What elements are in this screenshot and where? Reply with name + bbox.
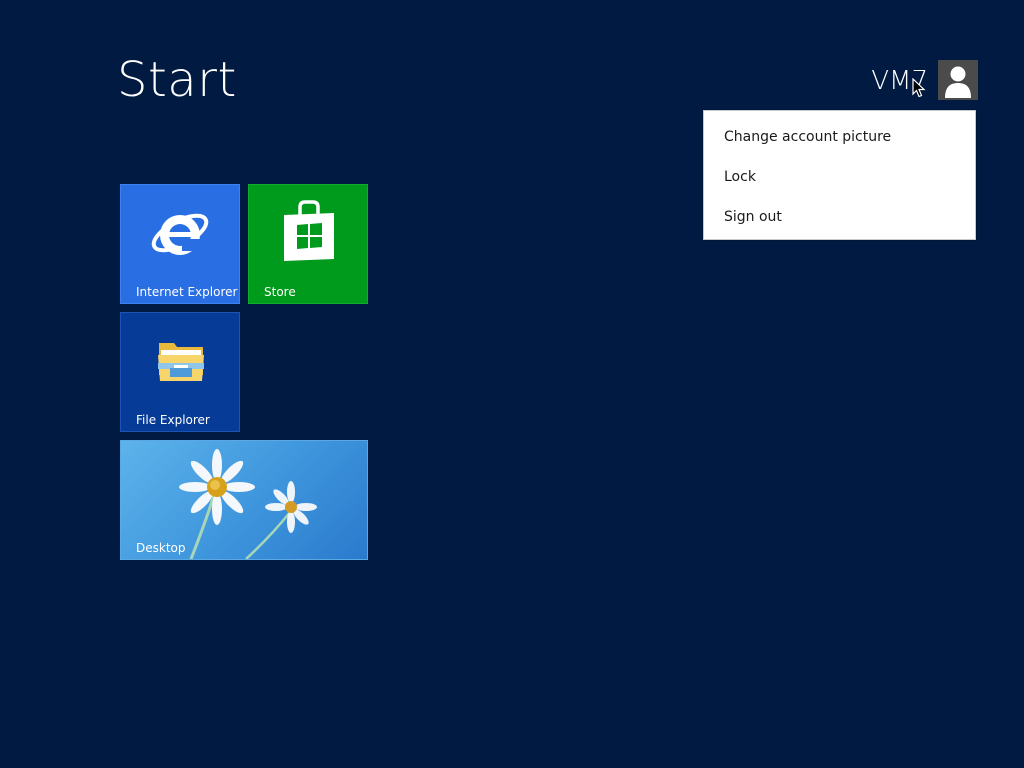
tile-label: Desktop: [136, 541, 186, 555]
file-explorer-icon: [158, 343, 204, 381]
tile-label: Store: [264, 285, 296, 299]
user-silhouette-icon: [945, 66, 971, 98]
menu-item-sign-out[interactable]: Sign out: [704, 197, 975, 237]
mouse-cursor-icon: [912, 78, 926, 98]
tile-desktop[interactable]: Desktop: [120, 440, 368, 560]
avatar[interactable]: [938, 60, 978, 100]
page-title: Start: [117, 52, 237, 108]
tile-label: Internet Explorer: [136, 285, 238, 299]
account-menu: Change account picture Lock Sign out: [703, 110, 976, 240]
tile-file-explorer[interactable]: File Explorer: [120, 312, 240, 432]
tile-internet-explorer[interactable]: Internet Explorer: [120, 184, 240, 304]
tile-store[interactable]: Store: [248, 184, 368, 304]
store-icon: [284, 200, 334, 261]
menu-item-change-account-picture[interactable]: Change account picture: [704, 117, 975, 157]
menu-item-lock[interactable]: Lock: [704, 157, 975, 197]
tile-label: File Explorer: [136, 413, 210, 427]
internet-explorer-icon: [151, 213, 209, 255]
start-screen: Start VM7 Change account picture Lock Si…: [0, 0, 1024, 768]
